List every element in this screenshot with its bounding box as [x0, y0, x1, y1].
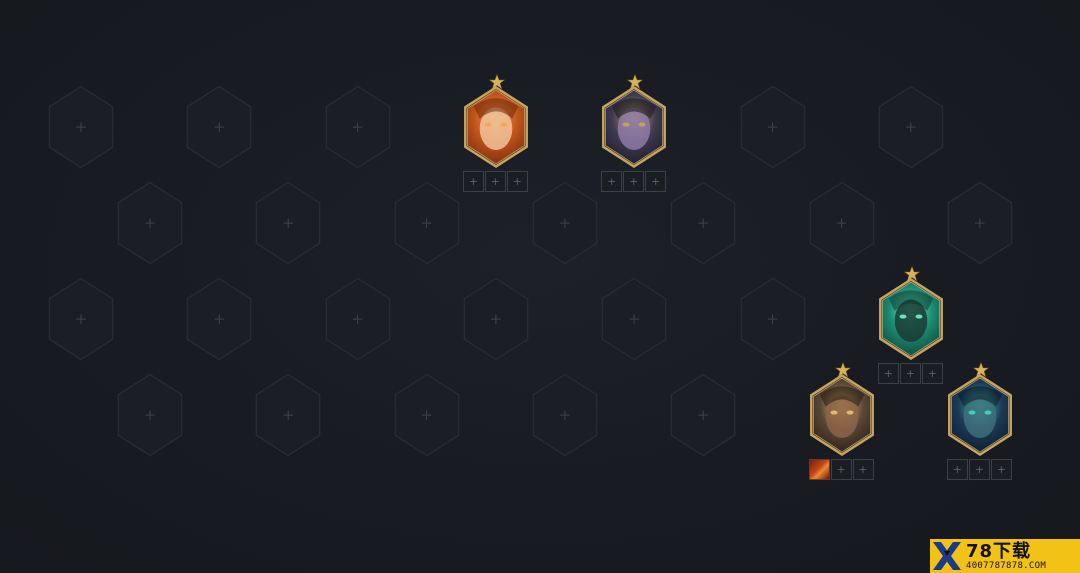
glowing-eyed-warrior-portrait [809, 374, 874, 456]
fire-whip-item-icon[interactable] [808, 459, 830, 480]
item-slots: + + + [601, 171, 667, 192]
shadow-isles-spirit-portrait [878, 278, 943, 360]
add-unit-icon: + [766, 310, 779, 328]
empty-hex-slot[interactable]: + [665, 373, 741, 457]
champion-unit[interactable]: + + + [874, 266, 950, 398]
champion-unit[interactable]: + + + [459, 74, 535, 206]
item-slots: + + + [462, 171, 529, 192]
add-unit-icon: + [696, 406, 710, 424]
empty-item-slot[interactable]: + [852, 459, 874, 480]
empty-item-slot[interactable]: + [623, 171, 645, 192]
add-unit-icon: + [558, 406, 572, 424]
empty-hex-slot[interactable]: + [250, 373, 326, 457]
fiery-woman-portrait [463, 86, 528, 168]
add-unit-icon: + [489, 310, 503, 328]
add-unit-icon: + [835, 214, 848, 232]
add-unit-icon: + [351, 310, 364, 328]
empty-item-slot[interactable]: + [968, 459, 990, 480]
empty-item-slot[interactable]: + [990, 459, 1012, 480]
empty-hex-slot[interactable]: + [873, 85, 949, 169]
empty-hex-slot[interactable]: + [181, 85, 257, 169]
empty-item-slot[interactable]: + [462, 171, 484, 192]
empty-hex-slot[interactable]: + [250, 181, 326, 265]
add-unit-icon: + [351, 118, 364, 136]
empty-item-slot[interactable]: + [946, 459, 968, 480]
empty-item-slot[interactable]: + [645, 171, 667, 192]
empty-item-slot[interactable]: + [877, 363, 899, 384]
empty-hex-slot[interactable]: + [43, 277, 119, 361]
empty-item-slot[interactable]: + [484, 171, 506, 192]
empty-hex-slot[interactable]: + [389, 373, 465, 457]
add-unit-icon: + [282, 406, 295, 424]
empty-hex-slot[interactable]: + [665, 181, 741, 265]
empty-hex-slot[interactable]: + [112, 181, 188, 265]
empty-item-slot[interactable]: + [601, 171, 623, 192]
watermark-brand: 78下载 [966, 540, 1032, 562]
empty-hex-slot[interactable]: + [112, 373, 188, 457]
add-unit-icon: + [420, 406, 433, 424]
empty-hex-slot[interactable]: + [804, 181, 880, 265]
empty-hex-slot[interactable]: + [320, 85, 396, 169]
empty-hex-slot[interactable]: + [596, 277, 672, 361]
tft-board: + + + + + + + + + + + + + + + + + + + + + + + + + + + + + + + + + + + + + 7… [0, 0, 1080, 573]
empty-item-slot[interactable]: + [921, 363, 943, 384]
add-unit-icon: + [282, 214, 295, 232]
empty-hex-slot[interactable]: + [458, 277, 534, 361]
add-unit-icon: + [143, 214, 157, 232]
add-unit-icon: + [973, 214, 987, 232]
item-slots: + + + [877, 363, 944, 384]
empty-item-slot[interactable]: + [506, 171, 528, 192]
add-unit-icon: + [74, 118, 88, 136]
add-unit-icon: + [696, 214, 710, 232]
green-eyed-sorceress-portrait [947, 374, 1012, 456]
champion-unit[interactable]: + + + [943, 362, 1019, 494]
empty-hex-slot[interactable]: + [735, 277, 811, 361]
empty-hex-slot[interactable]: + [181, 277, 257, 361]
champion-unit[interactable]: + + + [597, 74, 673, 206]
add-unit-icon: + [213, 310, 226, 328]
add-unit-icon: + [213, 118, 226, 136]
watermark-url: 4007787878.COM [966, 560, 1047, 571]
empty-hex-slot[interactable]: + [320, 277, 396, 361]
add-unit-icon: + [766, 118, 779, 136]
site-watermark: 78下载 4007787878.COM [930, 539, 1080, 573]
add-unit-icon: + [627, 310, 641, 328]
item-slots: + + [808, 459, 875, 480]
add-unit-icon: + [74, 310, 88, 328]
empty-hex-slot[interactable]: + [389, 181, 465, 265]
empty-item-slot[interactable]: + [899, 363, 921, 384]
add-unit-icon: + [558, 214, 572, 232]
add-unit-icon: + [143, 406, 157, 424]
add-unit-icon: + [420, 214, 433, 232]
empty-hex-slot[interactable]: + [527, 373, 603, 457]
armored-knight-portrait [602, 86, 667, 168]
empty-hex-slot[interactable]: + [735, 85, 811, 169]
empty-item-slot[interactable]: + [830, 459, 852, 480]
empty-hex-slot[interactable]: + [527, 181, 603, 265]
add-unit-icon: + [904, 118, 918, 136]
champion-unit[interactable]: + + [805, 362, 881, 494]
x-logo-icon [930, 539, 964, 573]
empty-hex-slot[interactable]: + [43, 85, 119, 169]
item-slots: + + + [946, 459, 1013, 480]
empty-hex-slot[interactable]: + [942, 181, 1018, 265]
